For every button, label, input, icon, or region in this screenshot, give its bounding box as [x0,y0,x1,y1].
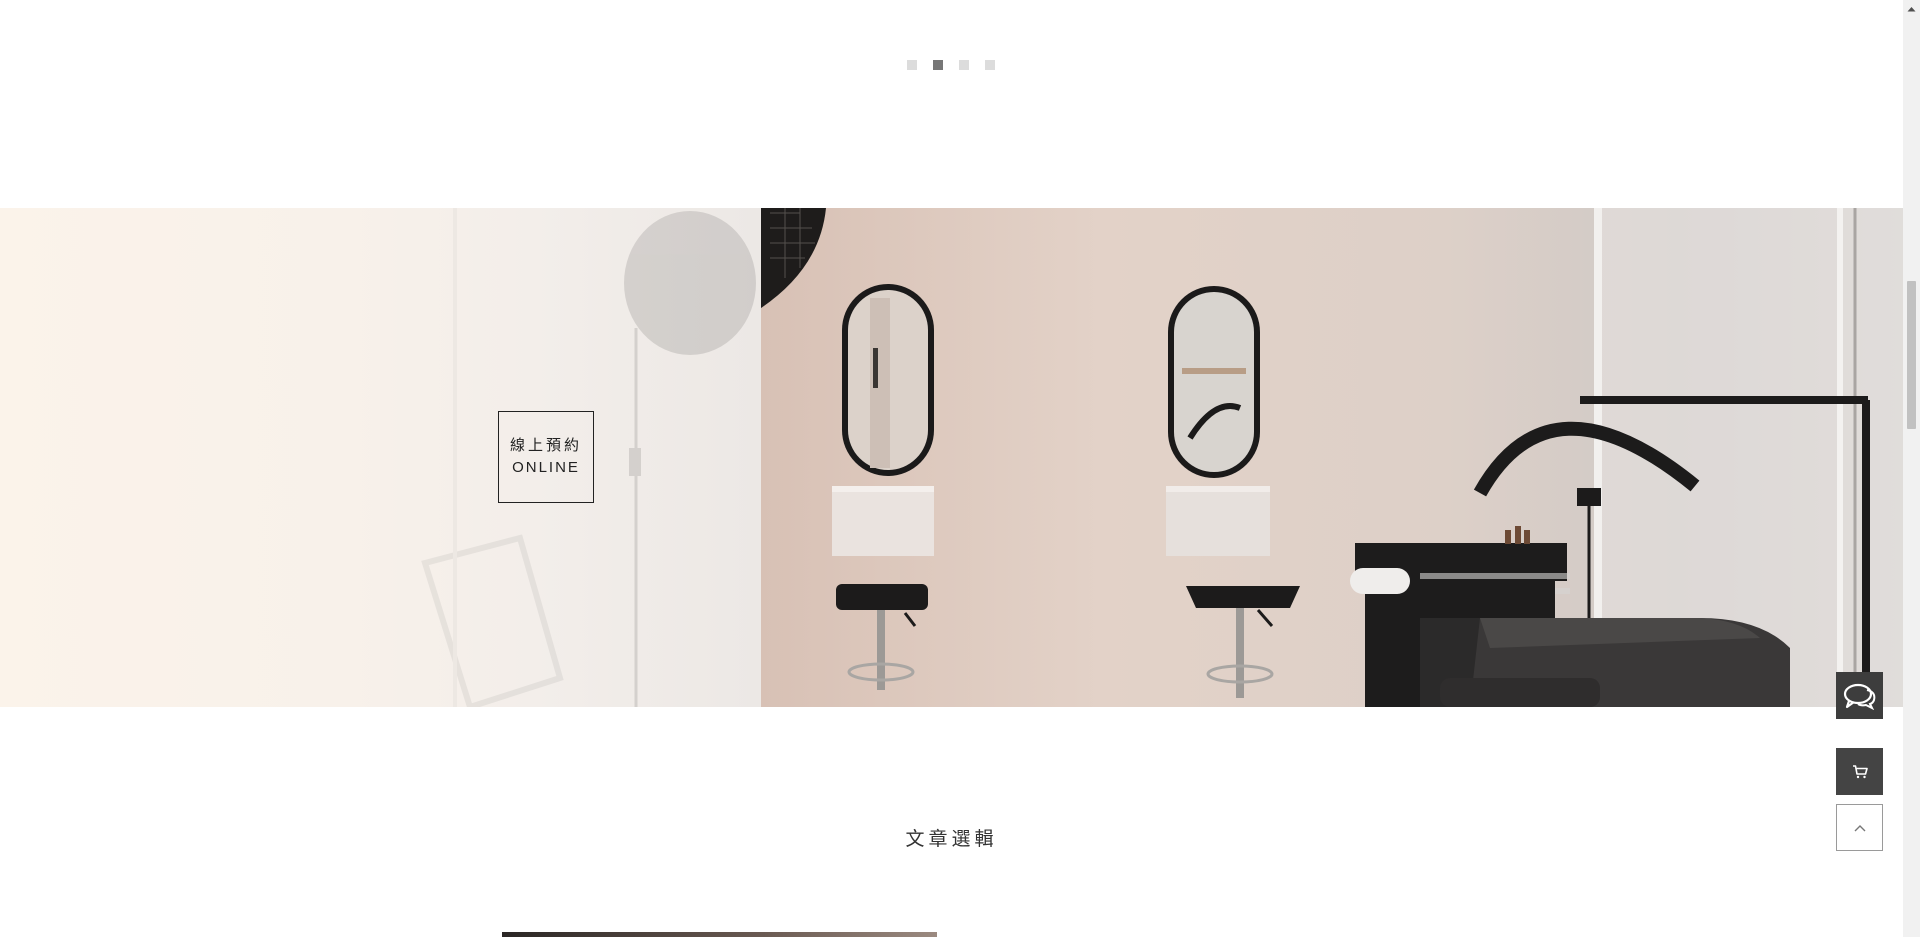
page-scrollbar[interactable] [1903,0,1920,937]
scroll-thumb[interactable] [1907,281,1916,429]
carousel-dot-2[interactable] [933,60,943,70]
carousel-dot-4[interactable] [985,60,995,70]
carousel-dots [907,60,995,70]
booking-label-zh: 線上預約 [509,436,582,454]
booking-label-en: ONLINE [512,459,580,476]
online-booking-button[interactable]: 線上預約 ONLINE [498,411,594,503]
salon-illustration [421,208,1903,707]
scroll-up-arrow[interactable] [1903,0,1920,17]
cart-icon [1852,764,1868,778]
back-to-top-button[interactable] [1836,804,1883,851]
booking-banner: 線上預約 ONLINE [0,208,1903,707]
page: 線上預約 ONLINE 文章選輯 [0,0,1920,937]
article-thumbnail[interactable] [502,932,937,937]
chevron-up-icon [1854,824,1865,831]
chat-bubbles-icon [1843,683,1875,710]
articles-section-title: 文章選輯 [905,828,998,850]
chat-button[interactable] [1836,672,1883,719]
carousel-dot-3[interactable] [959,60,969,70]
carousel-dot-1[interactable] [907,60,917,70]
triangle-up-icon [1907,6,1916,11]
cart-button[interactable] [1836,748,1883,795]
